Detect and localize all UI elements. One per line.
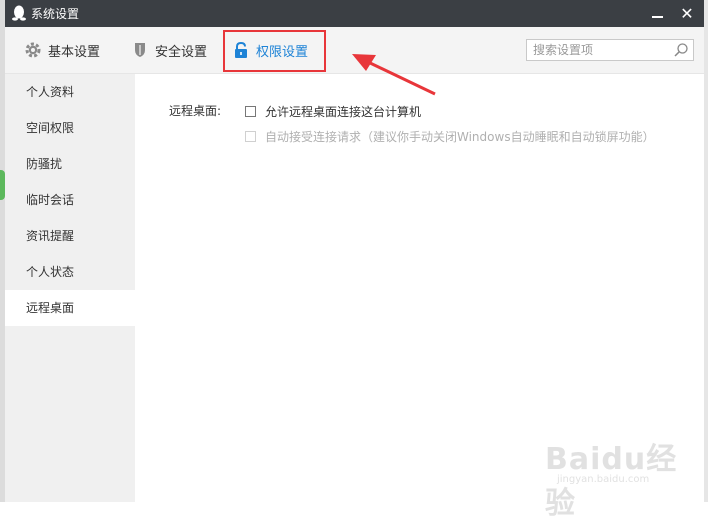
allow-remote-label: 允许远程桌面连接这台计算机 — [265, 105, 422, 119]
search-input[interactable] — [527, 40, 673, 60]
tab-security-label: 安全设置 — [155, 44, 208, 60]
sidebar: 个人资料 空间权限 防骚扰 临时会话 资讯提醒 个人状态 远程桌面 — [5, 74, 135, 502]
auto-accept-checkbox — [245, 131, 256, 142]
qq-penguin-icon — [12, 5, 26, 21]
minimize-button[interactable] — [644, 0, 670, 27]
window-title: 系统设置 — [31, 7, 80, 21]
settings-window: 系统设置 ✕ 基本设置 安全设置 权限设置 搜索设置项 个人资料 空间权限 防骚… — [5, 0, 704, 521]
background-app-edge-right — [704, 0, 708, 502]
title-bar[interactable]: 系统设置 ✕ — [5, 0, 704, 27]
sidebar-item-space-permission[interactable]: 空间权限 — [5, 110, 135, 146]
sidebar-item-anti-harassment[interactable]: 防骚扰 — [5, 146, 135, 182]
tab-basic-settings[interactable]: 基本设置 — [24, 27, 100, 73]
annotation-highlight-box — [223, 30, 326, 72]
auto-accept-label: 自动接受连接请求（建议你手动关闭Windows自动睡眠和自动锁屏功能） — [265, 130, 655, 144]
remote-desktop-label: 远程桌面: — [169, 104, 222, 118]
watermark: Baidu经验 jingyan.baidu.com — [545, 424, 695, 521]
sidebar-item-news-reminder[interactable]: 资讯提醒 — [5, 218, 135, 254]
sidebar-item-temp-chat[interactable]: 临时会话 — [5, 182, 135, 218]
search-icon[interactable] — [673, 42, 689, 58]
sidebar-item-personal-info[interactable]: 个人资料 — [5, 74, 135, 110]
tab-security-settings[interactable]: 安全设置 — [131, 27, 207, 73]
search-box[interactable] — [526, 39, 694, 61]
allow-remote-checkbox[interactable] — [245, 106, 256, 117]
watermark-url: jingyan.baidu.com — [557, 474, 650, 485]
close-button[interactable]: ✕ — [674, 0, 700, 27]
annotation-arrow-icon — [352, 54, 436, 96]
allow-remote-option[interactable]: 允许远程桌面连接这台计算机 — [245, 103, 421, 120]
gear-icon — [25, 42, 41, 58]
tab-basic-label: 基本设置 — [48, 44, 101, 60]
auto-accept-option: 自动接受连接请求（建议你手动关闭Windows自动睡眠和自动锁屏功能） — [245, 128, 655, 145]
sidebar-item-personal-status[interactable]: 个人状态 — [5, 254, 135, 290]
sidebar-item-remote-desktop[interactable]: 远程桌面 — [5, 290, 135, 326]
shield-icon — [135, 43, 145, 57]
